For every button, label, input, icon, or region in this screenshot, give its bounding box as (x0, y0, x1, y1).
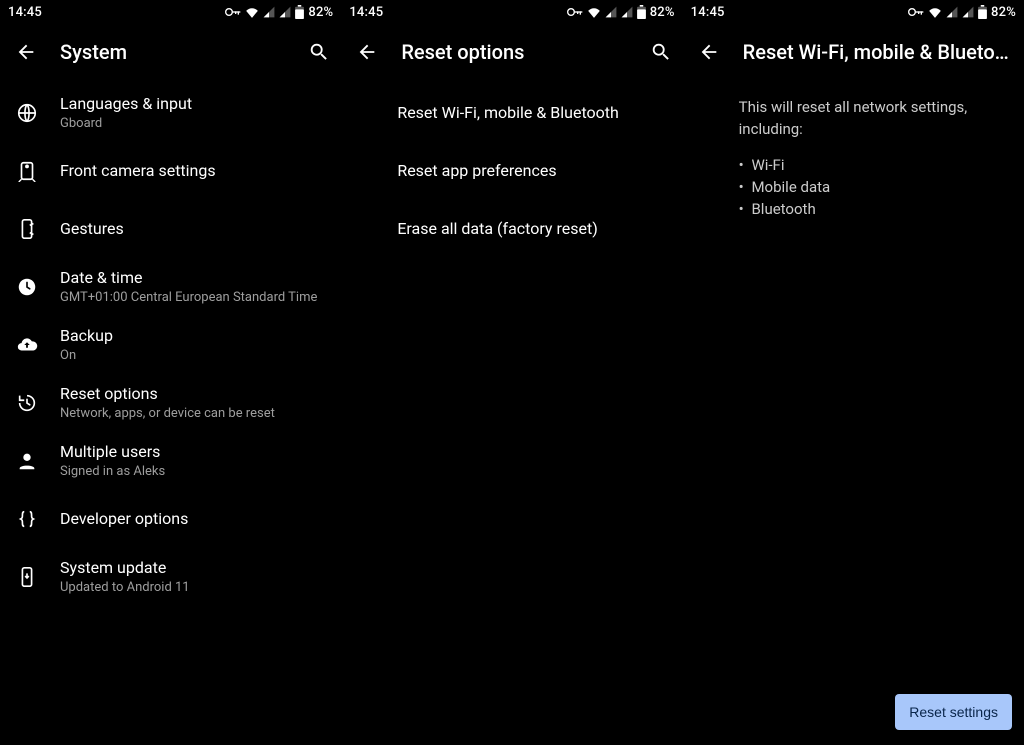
battery-icon (978, 5, 987, 19)
row-title: Reset Wi-Fi, mobile & Bluetooth (397, 103, 618, 123)
row-gestures[interactable]: Gestures (0, 200, 341, 258)
vpn-key-icon (567, 7, 583, 17)
wifi-icon (587, 6, 601, 18)
row-backup[interactable]: Backup On (0, 316, 341, 374)
bullet-bluetooth: Bluetooth (739, 198, 1004, 220)
search-icon (650, 41, 672, 63)
app-bar: Reset options (341, 24, 682, 80)
signal-2-icon (621, 6, 633, 18)
status-right: 82% (908, 5, 1016, 20)
row-subtitle: Updated to Android 11 (60, 580, 190, 596)
back-button[interactable] (695, 38, 723, 66)
battery-icon (295, 5, 304, 19)
screen-system: 14:45 82% (0, 0, 341, 745)
row-factory-reset[interactable]: Erase all data (factory reset) (341, 200, 682, 258)
clock-icon (16, 276, 60, 298)
row-reset-app-prefs[interactable]: Reset app preferences (341, 142, 682, 200)
page-title: Reset Wi-Fi, mobile & Blueto… (743, 40, 1016, 64)
row-subtitle: Gboard (60, 116, 192, 132)
app-bar: System (0, 24, 341, 80)
bullet-list: Wi-Fi Mobile data Bluetooth (683, 140, 1024, 220)
status-time: 14:45 (349, 5, 383, 20)
status-battery-pct: 82% (991, 5, 1016, 20)
row-title: Date & time (60, 268, 317, 288)
row-languages-input[interactable]: Languages & input Gboard (0, 84, 341, 142)
signal-2-icon (279, 6, 291, 18)
status-time: 14:45 (691, 5, 725, 20)
status-battery-pct: 82% (650, 5, 675, 20)
row-subtitle: Signed in as Aleks (60, 464, 165, 480)
row-reset-network[interactable]: Reset Wi-Fi, mobile & Bluetooth (341, 84, 682, 142)
status-time: 14:45 (8, 5, 42, 20)
row-subtitle: On (60, 348, 113, 364)
status-right: 82% (225, 5, 333, 20)
signal-1-icon (946, 6, 958, 18)
row-title: Reset app preferences (397, 161, 556, 181)
search-button[interactable] (647, 38, 675, 66)
app-bar: Reset Wi-Fi, mobile & Blueto… (683, 24, 1024, 80)
status-bar: 14:45 82% (341, 0, 682, 24)
restore-icon (16, 392, 60, 414)
intro-text: This will reset all network settings, in… (683, 80, 1024, 140)
status-right: 82% (567, 5, 675, 20)
settings-list: Languages & input Gboard Front camera se… (0, 80, 341, 610)
status-bar: 14:45 82% (0, 0, 341, 24)
cloud-upload-icon (16, 334, 60, 356)
search-icon (308, 41, 330, 63)
gestures-icon (16, 218, 60, 240)
signal-1-icon (605, 6, 617, 18)
row-title: Erase all data (factory reset) (397, 219, 597, 239)
row-date-time[interactable]: Date & time GMT+01:00 Central European S… (0, 258, 341, 316)
screen-reset-network: 14:45 82% (683, 0, 1024, 745)
row-title: Gestures (60, 219, 124, 239)
arrow-back-icon (356, 41, 378, 63)
battery-icon (637, 5, 646, 19)
bullet-wifi: Wi-Fi (739, 154, 1004, 176)
system-update-icon (16, 566, 60, 588)
reset-settings-button[interactable]: Reset settings (895, 694, 1012, 730)
back-button[interactable] (12, 38, 40, 66)
row-title: Backup (60, 326, 113, 346)
row-title: System update (60, 558, 190, 578)
globe-icon (16, 102, 60, 124)
row-title: Front camera settings (60, 161, 216, 181)
row-title: Languages & input (60, 94, 192, 114)
person-icon (16, 450, 60, 472)
row-multiple-users[interactable]: Multiple users Signed in as Aleks (0, 432, 341, 490)
row-title: Multiple users (60, 442, 165, 462)
row-title: Reset options (60, 384, 275, 404)
back-button[interactable] (353, 38, 381, 66)
status-bar: 14:45 82% (683, 0, 1024, 24)
search-button[interactable] (305, 38, 333, 66)
row-title: Developer options (60, 509, 188, 529)
arrow-back-icon (15, 41, 37, 63)
status-battery-pct: 82% (308, 5, 333, 20)
signal-1-icon (263, 6, 275, 18)
bullet-mobile-data: Mobile data (739, 176, 1004, 198)
arrow-back-icon (698, 41, 720, 63)
vpn-key-icon (225, 7, 241, 17)
front-camera-icon (16, 160, 60, 182)
row-subtitle: GMT+01:00 Central European Standard Time (60, 290, 317, 306)
row-system-update[interactable]: System update Updated to Android 11 (0, 548, 341, 606)
braces-icon (16, 508, 60, 530)
page-title: Reset options (401, 40, 626, 64)
page-title: System (60, 40, 285, 64)
reset-list: Reset Wi-Fi, mobile & Bluetooth Reset ap… (341, 80, 682, 262)
signal-2-icon (962, 6, 974, 18)
screen-reset-options: 14:45 82% (341, 0, 682, 745)
wifi-icon (245, 6, 259, 18)
row-subtitle: Network, apps, or device can be reset (60, 406, 275, 422)
row-developer-options[interactable]: Developer options (0, 490, 341, 548)
wifi-icon (928, 6, 942, 18)
vpn-key-icon (908, 7, 924, 17)
row-reset-options[interactable]: Reset options Network, apps, or device c… (0, 374, 341, 432)
row-front-camera[interactable]: Front camera settings (0, 142, 341, 200)
